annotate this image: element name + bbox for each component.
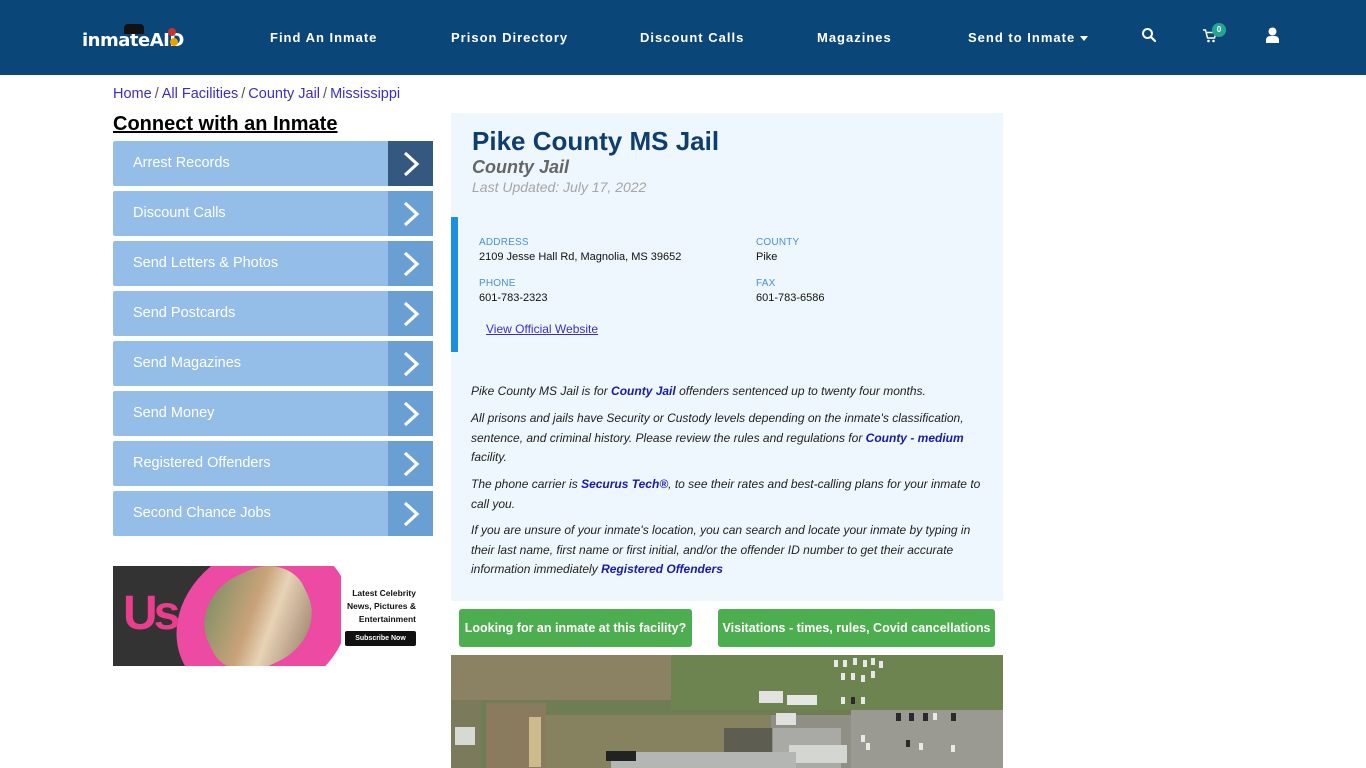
nav-send-to-inmate-label: Send to Inmate (968, 30, 1076, 45)
ad-tagline-line: Latest Celebrity (352, 588, 416, 598)
county-label: COUNTY (756, 237, 800, 248)
top-navbar: inmateAID Find An Inmate Prison Director… (0, 0, 1366, 75)
chevron-right-icon (388, 341, 433, 386)
phone-value: 601-783-2323 (479, 292, 548, 304)
breadcrumb-county-jail[interactable]: County Jail (248, 86, 320, 102)
chevron-right-icon (388, 491, 433, 536)
sidebar-item-label: Second Chance Jobs (133, 505, 271, 521)
nav-magazines[interactable]: Magazines (817, 30, 892, 45)
find-inmate-at-facility-button[interactable]: Looking for an inmate at this facility? (459, 609, 692, 647)
official-website-link[interactable]: View Official Website (486, 322, 598, 336)
nav-find-an-inmate[interactable]: Find An Inmate (270, 30, 377, 45)
description-paragraph: If you are unsure of your inmate's locat… (471, 521, 991, 580)
desc-text: facility. (471, 450, 507, 464)
county-medium-link[interactable]: County - medium (866, 431, 964, 445)
chevron-right-icon (388, 191, 433, 236)
nav-send-to-inmate[interactable]: Send to Inmate (968, 30, 1089, 45)
sidebar-item-discount-calls[interactable]: Discount Calls (113, 191, 433, 236)
facility-name: Pike County MS Jail (472, 126, 720, 156)
county-value: Pike (756, 251, 778, 263)
cart-count-badge: 0 (1212, 23, 1226, 37)
desc-text: Pike County MS Jail is for (471, 384, 612, 398)
breadcrumb: Home / All Facilities / County Jail / Mississi… (113, 86, 400, 102)
breadcrumb-separator: / (241, 86, 246, 102)
sidebar-item-send-letters-photos[interactable]: Send Letters & Photos (113, 241, 433, 286)
chevron-right-icon (388, 291, 433, 336)
pilgrim-hat-icon (124, 24, 144, 34)
nav-prison-directory[interactable]: Prison Directory (451, 30, 568, 45)
sidebar-item-label: Registered Offenders (133, 455, 271, 471)
ad-tagline-line: Entertainment (358, 614, 416, 624)
search-icon[interactable] (1141, 27, 1159, 45)
user-icon[interactable] (1265, 27, 1283, 45)
ad-tagline-line: News, Pictures & (347, 601, 416, 611)
desc-text: offenders sentenced up to twenty four mo… (675, 384, 926, 398)
sidebar-item-send-postcards[interactable]: Send Postcards (113, 291, 433, 336)
sidebar-item-arrest-records[interactable]: Arrest Records (113, 141, 433, 186)
phone-label: PHONE (479, 278, 516, 289)
ad-subscribe-button[interactable]: Subscribe Now (345, 631, 416, 646)
fax-value: 601-783-6586 (756, 292, 825, 304)
chevron-right-icon (388, 391, 433, 436)
desc-text: The phone carrier is (471, 477, 582, 491)
registered-offenders-link[interactable]: Registered Offenders (601, 562, 723, 576)
facility-aerial-photo (451, 655, 1003, 768)
sidebar-title: Connect with an Inmate (113, 113, 338, 135)
sidebar-menu: Arrest Records Discount Calls Send Lette… (113, 141, 433, 541)
logo[interactable]: inmateAID (82, 22, 184, 54)
breadcrumb-home[interactable]: Home (113, 86, 152, 102)
address-label: ADDRESS (479, 237, 529, 248)
chevron-right-icon (388, 241, 433, 286)
county-jail-link[interactable]: County Jail (611, 384, 676, 398)
sidebar-item-label: Send Letters & Photos (133, 255, 279, 271)
leaf-icon (170, 38, 178, 46)
sidebar-item-label: Send Postcards (133, 305, 236, 321)
breadcrumb-all-facilities[interactable]: All Facilities (162, 86, 239, 102)
facility-info-block: ADDRESS 2109 Jesse Hall Rd, Magnolia, MS… (451, 217, 1003, 352)
sidebar-item-second-chance-jobs[interactable]: Second Chance Jobs (113, 491, 433, 536)
sidebar-item-registered-offenders[interactable]: Registered Offenders (113, 441, 433, 486)
breadcrumb-separator: / (154, 86, 159, 102)
ad-tagline: Latest Celebrity News, Pictures & Entert… (318, 587, 416, 626)
sidebar-item-label: Send Magazines (133, 355, 242, 371)
last-updated: Last Updated: July 17, 2022 (472, 179, 647, 195)
chevron-right-icon (388, 141, 433, 186)
sidebar-item-send-magazines[interactable]: Send Magazines (113, 341, 433, 386)
visitations-button[interactable]: Visitations - times, rules, Covid cancel… (718, 609, 995, 647)
sidebar-item-label: Send Money (133, 405, 215, 421)
sidebar-item-label: Discount Calls (133, 205, 226, 221)
caret-down-icon (1080, 36, 1089, 42)
nav-discount-calls[interactable]: Discount Calls (640, 30, 744, 45)
securus-tech-link[interactable]: Securus Tech® (581, 477, 668, 491)
facility-type: County Jail (472, 157, 570, 177)
us-weekly-ad-banner[interactable]: Us Latest Celebrity News, Pictures & Ent… (113, 566, 420, 666)
chevron-right-icon (388, 441, 433, 486)
address-value: 2109 Jesse Hall Rd, Magnolia, MS 39652 (479, 251, 682, 263)
description-paragraph: Pike County MS Jail is for County Jail o… (471, 382, 991, 402)
description-paragraph: All prisons and jails have Security or C… (471, 409, 991, 468)
sidebar-item-send-money[interactable]: Send Money (113, 391, 433, 436)
leaf-icon (168, 28, 176, 36)
ad-brand-logo: Us (123, 587, 180, 640)
breadcrumb-separator: / (323, 86, 328, 102)
fax-label: FAX (756, 278, 776, 289)
breadcrumb-mississippi[interactable]: Mississippi (330, 86, 400, 102)
sidebar-item-label: Arrest Records (133, 155, 230, 171)
description-paragraph: The phone carrier is Securus Tech®, to s… (471, 475, 991, 514)
